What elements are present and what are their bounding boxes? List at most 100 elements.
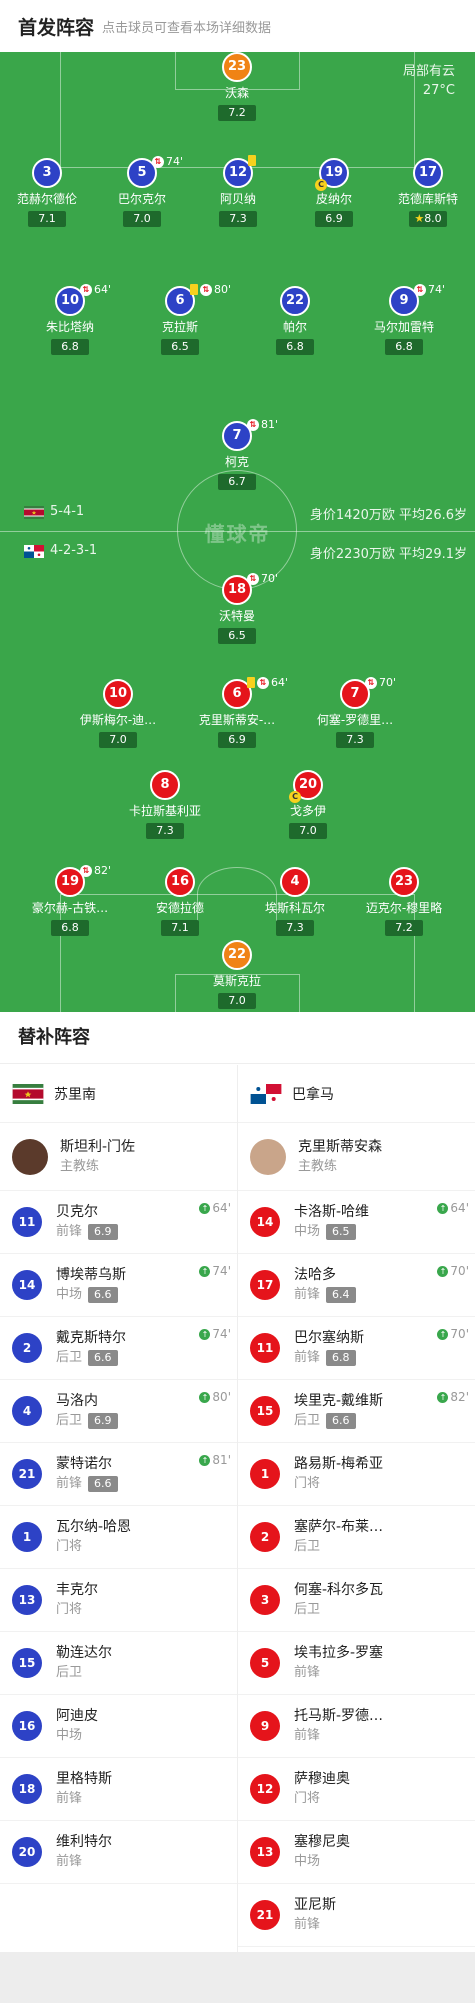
sub-player-row[interactable]: 5 埃韦拉多-罗塞 前锋 xyxy=(238,1632,475,1695)
sub-in-icon: ↑ xyxy=(199,1328,211,1340)
sub-player-row[interactable]: 3 何塞-科尔多瓦 后卫 xyxy=(238,1569,475,1632)
home-subs-column: 苏里南 斯坦利-门佐 主教练 11 贝克尔 前锋 6.9 ↑ 64' 14 博埃蒂乌斯 中场 6.… xyxy=(0,1065,237,1884)
suriname-flag-icon xyxy=(24,506,44,519)
away-player[interactable]: 18 ⇅ 70' 沃特曼 6.5 xyxy=(189,572,285,644)
sub-player-row[interactable]: 2 戴克斯特尔 后卫 6.6 ↑ 74' xyxy=(0,1317,237,1380)
player-name: 安德拉德 xyxy=(155,901,204,915)
captain-icon: C xyxy=(315,179,327,191)
player-number: 23 xyxy=(222,52,252,82)
sub-player-rating: 6.9 xyxy=(88,1224,118,1240)
sub-player-row[interactable]: 17 法哈多 前锋 6.4 ↑ 70' xyxy=(238,1254,475,1317)
home-player[interactable]: 5 ⇅ 74' 巴尔克尔 7.0 xyxy=(94,155,190,227)
sub-player-name: 贝克尔 xyxy=(56,1204,98,1220)
home-player[interactable]: 17 范德库斯特 ★8.0 xyxy=(380,158,475,227)
sub-in-info: ↑ 80' xyxy=(199,1390,231,1404)
sub-player-row[interactable]: 20 维利特尔 前锋 xyxy=(0,1821,237,1884)
sub-player-row[interactable]: 13 丰克尔 门将 xyxy=(0,1569,237,1632)
sub-player-row[interactable]: 15 勒连达尔 后卫 xyxy=(0,1632,237,1695)
sub-player-row[interactable]: 11 贝克尔 前锋 6.9 ↑ 64' xyxy=(0,1191,237,1254)
sub-out-icon: ⇅ xyxy=(247,418,259,431)
sub-player-row[interactable]: 1 路易斯-梅希亚 门将 xyxy=(238,1443,475,1506)
sub-in-icon: ↑ xyxy=(437,1265,449,1277)
yellow-card-icon xyxy=(190,284,198,295)
sub-in-minute: 64' xyxy=(212,1201,231,1215)
home-player[interactable]: 23 沃森 7.2 xyxy=(189,52,285,121)
home-player[interactable]: 6 ⇅ 80' 克拉斯 6.5 xyxy=(132,283,232,355)
substitutes-section: 替补阵容 苏里南 斯坦利-门佐 主教练 11 贝克尔 前锋 6.9 ↑ 64' 14 博埃蒂乌… xyxy=(0,1012,475,1952)
captain-icon: C xyxy=(289,791,301,803)
yellow-card-icon xyxy=(247,677,255,688)
home-coach[interactable]: 斯坦利-门佐 主教练 xyxy=(0,1123,237,1191)
player-rating: 6.5 xyxy=(161,339,199,355)
player-name: 克里斯蒂安-… xyxy=(198,713,276,727)
sub-player-row[interactable]: 2 塞萨尔-布莱… 后卫 xyxy=(238,1506,475,1569)
sub-player-row[interactable]: 13 塞穆尼奥 中场 xyxy=(238,1821,475,1884)
player-name: 柯克 xyxy=(224,455,249,469)
sub-in-icon: ↑ xyxy=(199,1454,211,1466)
sub-player-row[interactable]: 12 萨穆迪奥 门将 xyxy=(238,1758,475,1821)
away-player[interactable]: 23 迈克尔-穆里略 7.2 xyxy=(356,867,452,936)
sub-player-number: 11 xyxy=(250,1333,280,1363)
player-name: 戈多伊 xyxy=(289,804,326,818)
away-coach[interactable]: 克里斯蒂安森 主教练 xyxy=(238,1123,475,1191)
away-player[interactable]: 10 伊斯梅尔-迪… 7.0 xyxy=(70,679,166,748)
sub-player-row[interactable]: 1 瓦尔纳-哈恩 门将 xyxy=(0,1506,237,1569)
player-number: 16 xyxy=(165,867,195,897)
sub-player-number: 18 xyxy=(12,1774,42,1804)
sub-player-info: 后卫 6.6 xyxy=(56,1348,191,1368)
sub-player-info: 门将 xyxy=(294,1789,429,1809)
sub-out-icon: ⇅ xyxy=(200,283,212,296)
away-player[interactable]: 7 ⇅ 70' 何塞-罗德里… 7.3 xyxy=(307,676,403,748)
sub-player-name: 埃里克-戴维斯 xyxy=(294,1393,384,1409)
sub-player-position: 后卫 xyxy=(294,1602,321,1617)
home-sub-list: 11 贝克尔 前锋 6.9 ↑ 64' 14 博埃蒂乌斯 中场 6.6 ↑ 74' 2 戴克斯特尔 后卫 6.… xyxy=(0,1191,237,1884)
sub-player-row[interactable]: 9 托马斯-罗德… 前锋 xyxy=(238,1695,475,1758)
sub-player-number: 14 xyxy=(250,1207,280,1237)
sub-player-number: 14 xyxy=(12,1270,42,1300)
away-player[interactable]: 8 卡拉斯基利亚 7.3 xyxy=(117,770,213,839)
sub-player-row[interactable]: 21 亚尼斯 前锋 xyxy=(238,1884,475,1947)
home-player[interactable]: 10 ⇅ 64' 朱比塔纳 6.8 xyxy=(22,283,118,355)
home-player[interactable]: 22 帕尔 6.8 xyxy=(247,286,343,355)
sub-player-number: 13 xyxy=(12,1585,42,1615)
home-player[interactable]: 12 阿贝纳 7.3 xyxy=(190,155,286,227)
sub-player-row[interactable]: 14 博埃蒂乌斯 中场 6.6 ↑ 74' xyxy=(0,1254,237,1317)
coach-avatar xyxy=(12,1138,48,1175)
sub-player-row[interactable]: 11 巴尔塞纳斯 前锋 6.8 ↑ 70' xyxy=(238,1317,475,1380)
sub-player-position: 门将 xyxy=(56,1539,83,1554)
away-player[interactable]: 6 ⇅ 64' 克里斯蒂安-… 6.9 xyxy=(189,676,288,748)
sub-player-name: 博埃蒂乌斯 xyxy=(56,1267,126,1283)
away-player[interactable]: 19 ⇅ 82' 豪尔赫-古铁… 6.8 xyxy=(22,864,118,936)
sub-player-name: 塞穆尼奥 xyxy=(294,1834,350,1850)
home-player[interactable]: 7 ⇅ 81' 柯克 6.7 xyxy=(189,418,285,490)
away-player[interactable]: 16 安德拉德 7.1 xyxy=(132,867,228,936)
away-player[interactable]: 4 埃斯科瓦尔 7.3 xyxy=(247,867,343,936)
sub-out-minute: 80' xyxy=(214,283,232,296)
home-player[interactable]: 19 C 皮纳尔 6.9 xyxy=(286,158,382,227)
player-number-text: 5 xyxy=(137,165,147,180)
player-name: 莫斯克拉 xyxy=(212,974,261,988)
sub-player-info: 后卫 xyxy=(294,1600,429,1620)
home-player[interactable]: 3 范赫尔德伦 7.1 xyxy=(0,158,95,227)
panama-flag-icon xyxy=(24,545,44,558)
sub-player-row[interactable]: 4 马洛内 后卫 6.9 ↑ 80' xyxy=(0,1380,237,1443)
away-player[interactable]: 20 C 戈多伊 7.0 xyxy=(260,770,356,839)
player-rating: 7.3 xyxy=(336,732,374,748)
sub-player-row[interactable]: 18 里格特斯 前锋 xyxy=(0,1758,237,1821)
away-player[interactable]: 22 莫斯克拉 7.0 xyxy=(189,940,285,1009)
player-rating: 6.8 xyxy=(276,339,314,355)
sub-player-row[interactable]: 16 阿迪皮 中场 xyxy=(0,1695,237,1758)
player-number: 8 xyxy=(150,770,180,800)
player-name: 沃森 xyxy=(224,86,249,100)
sub-player-number: 1 xyxy=(12,1522,42,1552)
sub-in-minute: 70' xyxy=(450,1264,469,1278)
sub-player-row[interactable]: 15 埃里克-戴维斯 后卫 6.6 ↑ 82' xyxy=(238,1380,475,1443)
sub-player-number: 17 xyxy=(250,1270,280,1300)
player-name: 沃特曼 xyxy=(218,609,255,623)
sub-player-position: 前锋 xyxy=(294,1350,321,1365)
sub-player-row[interactable]: 14 卡洛斯-哈维 中场 6.5 ↑ 64' xyxy=(238,1191,475,1254)
home-team-row: 5-4-1 身价1420万欧 平均26.6岁 xyxy=(0,503,475,523)
home-player[interactable]: 9 ⇅ 74' 马尔加雷特 6.8 xyxy=(356,283,452,355)
sub-player-rating: 6.5 xyxy=(326,1224,356,1240)
sub-player-row[interactable]: 21 蒙特诺尔 前锋 6.6 ↑ 81' xyxy=(0,1443,237,1506)
